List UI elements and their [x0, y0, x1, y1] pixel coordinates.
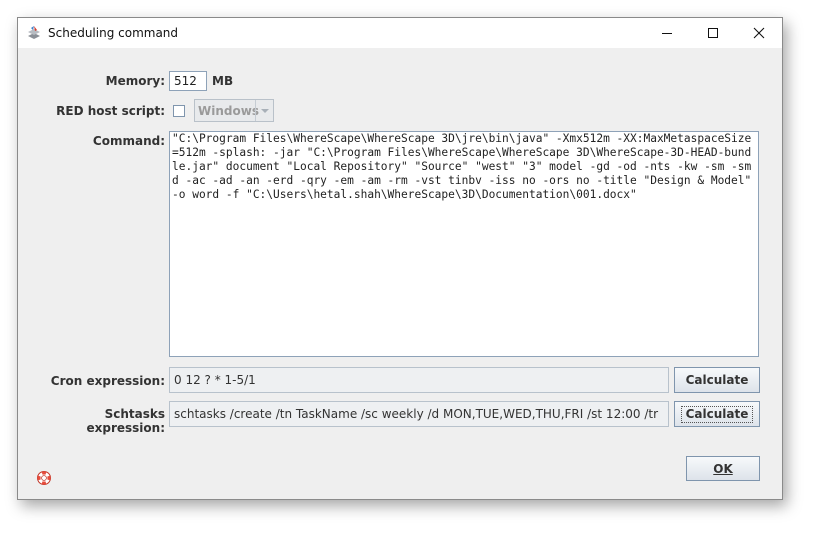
- schtasks-calculate-label: Calculate: [680, 405, 754, 423]
- ok-label: OK: [713, 461, 733, 476]
- cron-calculate-label: Calculate: [685, 373, 749, 387]
- schtasks-expression-label: Schtasks expression:: [86, 407, 165, 435]
- memory-input[interactable]: 512: [169, 71, 207, 91]
- red-host-script-label: RED host script:: [56, 104, 165, 118]
- cron-expression-field[interactable]: 0 12 ? * 1-5/1: [169, 367, 669, 393]
- close-icon: [753, 27, 765, 39]
- host-os-dropdown: Windows: [194, 99, 274, 122]
- lifebuoy-help-icon[interactable]: [36, 470, 52, 486]
- schtasks-expression-field[interactable]: schtasks /create /tn TaskName /sc weekly…: [169, 401, 669, 427]
- wherescape-icon: [28, 26, 40, 39]
- schtasks-calculate-button[interactable]: Calculate: [674, 401, 760, 427]
- memory-unit: MB: [212, 74, 234, 88]
- memory-label: Memory:: [105, 74, 165, 88]
- command-textarea[interactable]: "C:\Program Files\WhereScape\WhereScape …: [169, 131, 759, 357]
- dropdown-arrow: [255, 100, 273, 121]
- close-button[interactable]: [736, 18, 782, 48]
- title-bar[interactable]: Scheduling command: [18, 18, 782, 48]
- cron-expression-label: Cron expression:: [50, 374, 165, 388]
- command-label: Command:: [92, 134, 165, 148]
- window-title: Scheduling command: [48, 26, 179, 40]
- red-host-script-checkbox[interactable]: [173, 105, 185, 117]
- cron-calculate-button[interactable]: Calculate: [674, 367, 760, 393]
- ok-button[interactable]: OK: [686, 456, 760, 481]
- maximize-button[interactable]: [690, 18, 736, 48]
- host-os-selected: Windows: [198, 104, 259, 118]
- maximize-icon: [708, 28, 718, 38]
- minimize-icon: [662, 33, 672, 34]
- minimize-button[interactable]: [644, 18, 690, 48]
- scheduling-command-dialog: Scheduling command Memory: 512 MB RED ho…: [17, 17, 783, 500]
- chevron-down-icon: [260, 108, 269, 113]
